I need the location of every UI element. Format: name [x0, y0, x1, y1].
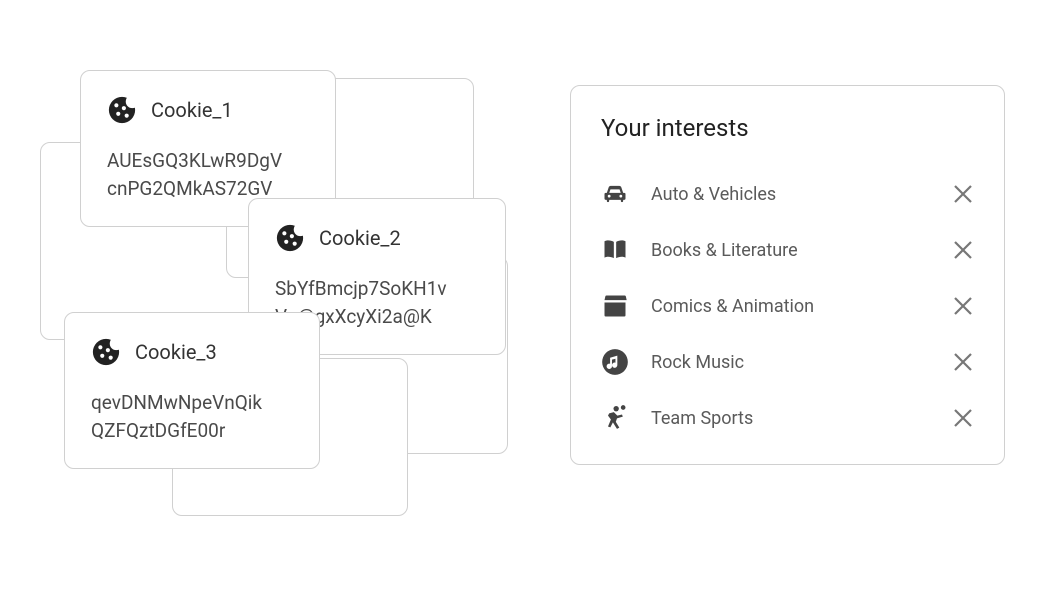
- cookie-icon: [275, 223, 305, 253]
- cookie-value: qevDNMwNpeVnQik QZFQztDGfE00r: [91, 389, 293, 444]
- cookie-title: Cookie_2: [319, 226, 401, 250]
- book-icon: [601, 236, 629, 264]
- remove-interest-button[interactable]: [952, 239, 974, 261]
- interest-label: Rock Music: [651, 352, 930, 373]
- interest-row: Auto & Vehicles: [601, 166, 974, 222]
- remove-interest-button[interactable]: [952, 295, 974, 317]
- clapper-icon: [601, 292, 629, 320]
- interest-label: Books & Literature: [651, 240, 930, 261]
- cookie-title: Cookie_1: [151, 98, 233, 122]
- interests-heading: Your interests: [601, 114, 974, 142]
- interest-row: Books & Literature: [601, 222, 974, 278]
- cookie-title: Cookie_3: [135, 340, 217, 364]
- interest-row: Team Sports: [601, 390, 974, 446]
- remove-interest-button[interactable]: [952, 351, 974, 373]
- sports-icon: [601, 404, 629, 432]
- cookie-icon: [91, 337, 121, 367]
- interest-row: Comics & Animation: [601, 278, 974, 334]
- music-note-icon: [601, 348, 629, 376]
- cookie-card: Cookie_3 qevDNMwNpeVnQik QZFQztDGfE00r: [64, 312, 320, 469]
- remove-interest-button[interactable]: [952, 407, 974, 429]
- cookie-value: AUEsGQ3KLwR9DgV cnPG2QMkAS72GV: [107, 147, 309, 202]
- remove-interest-button[interactable]: [952, 183, 974, 205]
- cookie-card-pile: Cookie_1 AUEsGQ3KLwR9DgV cnPG2QMkAS72GV …: [40, 70, 540, 550]
- interest-row: Rock Music: [601, 334, 974, 390]
- cookie-icon: [107, 95, 137, 125]
- interests-panel: Your interests Auto & Vehicles Books & L…: [570, 85, 1005, 465]
- interest-label: Comics & Animation: [651, 296, 930, 317]
- interest-label: Auto & Vehicles: [651, 184, 930, 205]
- car-icon: [601, 180, 629, 208]
- interest-label: Team Sports: [651, 408, 930, 429]
